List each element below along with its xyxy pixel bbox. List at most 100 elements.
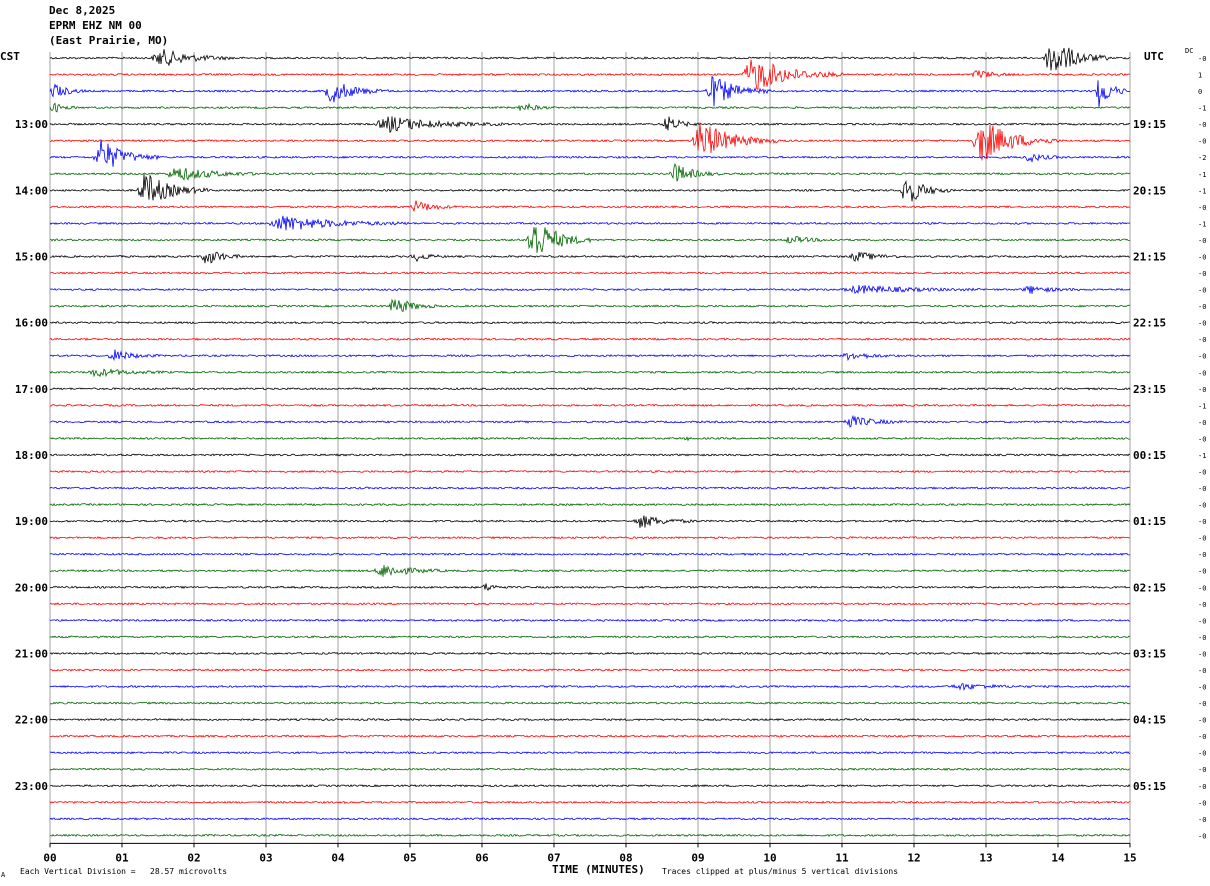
dc-offset-label: -0 xyxy=(1198,717,1206,725)
trace-line xyxy=(49,403,1131,407)
x-tick-label: 01 xyxy=(115,851,129,864)
x-tick-label: 15 xyxy=(1123,851,1136,864)
trace-line xyxy=(49,565,1130,577)
left-hour-label: 19:00 xyxy=(15,515,48,528)
x-tick-label: 09 xyxy=(691,851,704,864)
dc-offset-label: -0 xyxy=(1198,237,1206,245)
left-hour-label: 21:00 xyxy=(15,647,48,660)
trace-line xyxy=(49,102,1131,113)
scale-note: Each Vertical Division = 28.57 microvolt… xyxy=(20,867,228,876)
left-hour-label: 14:00 xyxy=(15,184,48,197)
dc-offset-label: -0 xyxy=(1198,336,1206,344)
trace-group xyxy=(49,47,1131,838)
timezone-left: CST xyxy=(0,50,20,63)
right-hour-label: 01:15 xyxy=(1133,515,1166,528)
left-hour-label: 18:00 xyxy=(15,449,48,462)
trace-line xyxy=(49,767,1131,771)
trace-line xyxy=(49,163,1131,182)
dc-offset-label: -1 xyxy=(1198,402,1206,410)
trace-line xyxy=(49,227,1131,253)
x-tick-label: 03 xyxy=(259,851,272,864)
dc-offset-label: -0 xyxy=(1198,684,1206,692)
dc-offset-label: -2 xyxy=(1198,154,1206,162)
dc-offset-label: -0 xyxy=(1198,783,1206,791)
dc-offset-label: -0 xyxy=(1198,55,1206,63)
dc-offset-label: -0 xyxy=(1198,320,1206,328)
trace-line xyxy=(50,515,1131,528)
trace-line xyxy=(49,414,1131,428)
trace-line xyxy=(49,139,1131,167)
corner-mark: A xyxy=(1,871,6,879)
dc-offset-label: -0 xyxy=(1198,634,1206,642)
dc-offset-label: -0 xyxy=(1198,667,1206,675)
dc-offset-label: -0 xyxy=(1198,303,1206,311)
dc-offset-label: -0 xyxy=(1198,204,1206,212)
dc-offset-label: -0 xyxy=(1198,419,1206,427)
trace-line xyxy=(49,436,1131,442)
dc-offset-label: -0 xyxy=(1198,832,1206,840)
trace-line xyxy=(49,122,1131,161)
trace-line xyxy=(49,271,1131,275)
x-tick-label: 10 xyxy=(763,851,776,864)
dc-offset-label: -0 xyxy=(1198,270,1206,278)
right-hour-labels: 19:15 20:15 21:15 22:15 23:15 00:15 01:15 02:15… xyxy=(1133,118,1166,793)
dc-offset-label: -0 xyxy=(1198,568,1206,576)
trace-line xyxy=(49,618,1131,622)
timezone-right: UTC xyxy=(1144,50,1164,63)
trace-line xyxy=(49,215,1131,231)
trace-line xyxy=(49,800,1131,804)
right-hour-label: 04:15 xyxy=(1133,714,1166,727)
trace-line xyxy=(49,602,1131,606)
left-hour-label: 13:00 xyxy=(15,118,48,131)
header-location: (East Prairie, MO) xyxy=(49,34,169,47)
left-hour-label: 17:00 xyxy=(15,383,48,396)
trace-line xyxy=(49,651,1131,656)
trace-line xyxy=(49,717,1131,722)
dc-offset-label: 1 xyxy=(1198,72,1202,80)
dc-offset-label: -1 xyxy=(1198,105,1206,113)
x-tick-label: 12 xyxy=(907,851,920,864)
dc-header: DC xyxy=(1185,47,1194,55)
right-hour-label: 20:15 xyxy=(1133,184,1166,197)
trace-line xyxy=(49,635,1131,639)
trace-line xyxy=(49,59,1131,90)
trace-line xyxy=(49,552,1130,556)
trace-line xyxy=(49,583,1131,592)
dc-offset-label: -0 xyxy=(1198,518,1206,526)
trace-line xyxy=(49,453,1131,457)
trace-line xyxy=(49,536,1131,540)
dc-offset-label: -0 xyxy=(1198,485,1206,493)
x-axis-title: TIME (MINUTES) xyxy=(552,863,645,876)
dc-offset-label: -0 xyxy=(1198,138,1206,146)
trace-line xyxy=(49,337,1131,341)
x-tick-label: 14 xyxy=(1051,851,1065,864)
right-hour-label: 02:15 xyxy=(1133,581,1166,594)
dc-offset-label: -0 xyxy=(1198,435,1206,443)
x-tick-label: 02 xyxy=(187,851,200,864)
dc-offset-label: -0 xyxy=(1198,766,1206,774)
dc-offset-label: -0 xyxy=(1198,733,1206,741)
trace-line xyxy=(49,751,1130,755)
right-hour-label: 22:15 xyxy=(1133,317,1166,330)
left-hour-label: 22:00 xyxy=(15,714,48,727)
trace-line xyxy=(49,298,1131,313)
trace-line xyxy=(49,47,1131,71)
trace-line xyxy=(49,486,1131,490)
trace-line xyxy=(49,200,1131,212)
x-tick-label: 06 xyxy=(475,851,489,864)
header-station: EPRM EHZ NM 00 xyxy=(49,19,142,32)
right-hour-label: 23:15 xyxy=(1133,383,1166,396)
x-tick-label: 05 xyxy=(403,851,416,864)
dc-offset-label: -0 xyxy=(1198,799,1206,807)
trace-line xyxy=(49,349,1131,362)
dc-offset-label: -0 xyxy=(1198,816,1206,824)
dc-offset-label: -0 xyxy=(1198,386,1206,394)
trace-line xyxy=(49,387,1131,391)
x-tick-label: 11 xyxy=(835,851,849,864)
trace-line xyxy=(49,701,1131,705)
x-tick-label: 13 xyxy=(979,851,992,864)
dc-offset-label: -0 xyxy=(1198,535,1206,543)
x-tick-label: 00 xyxy=(43,851,56,864)
trace-line xyxy=(49,833,1131,838)
dc-offset-label: -0 xyxy=(1198,650,1206,658)
